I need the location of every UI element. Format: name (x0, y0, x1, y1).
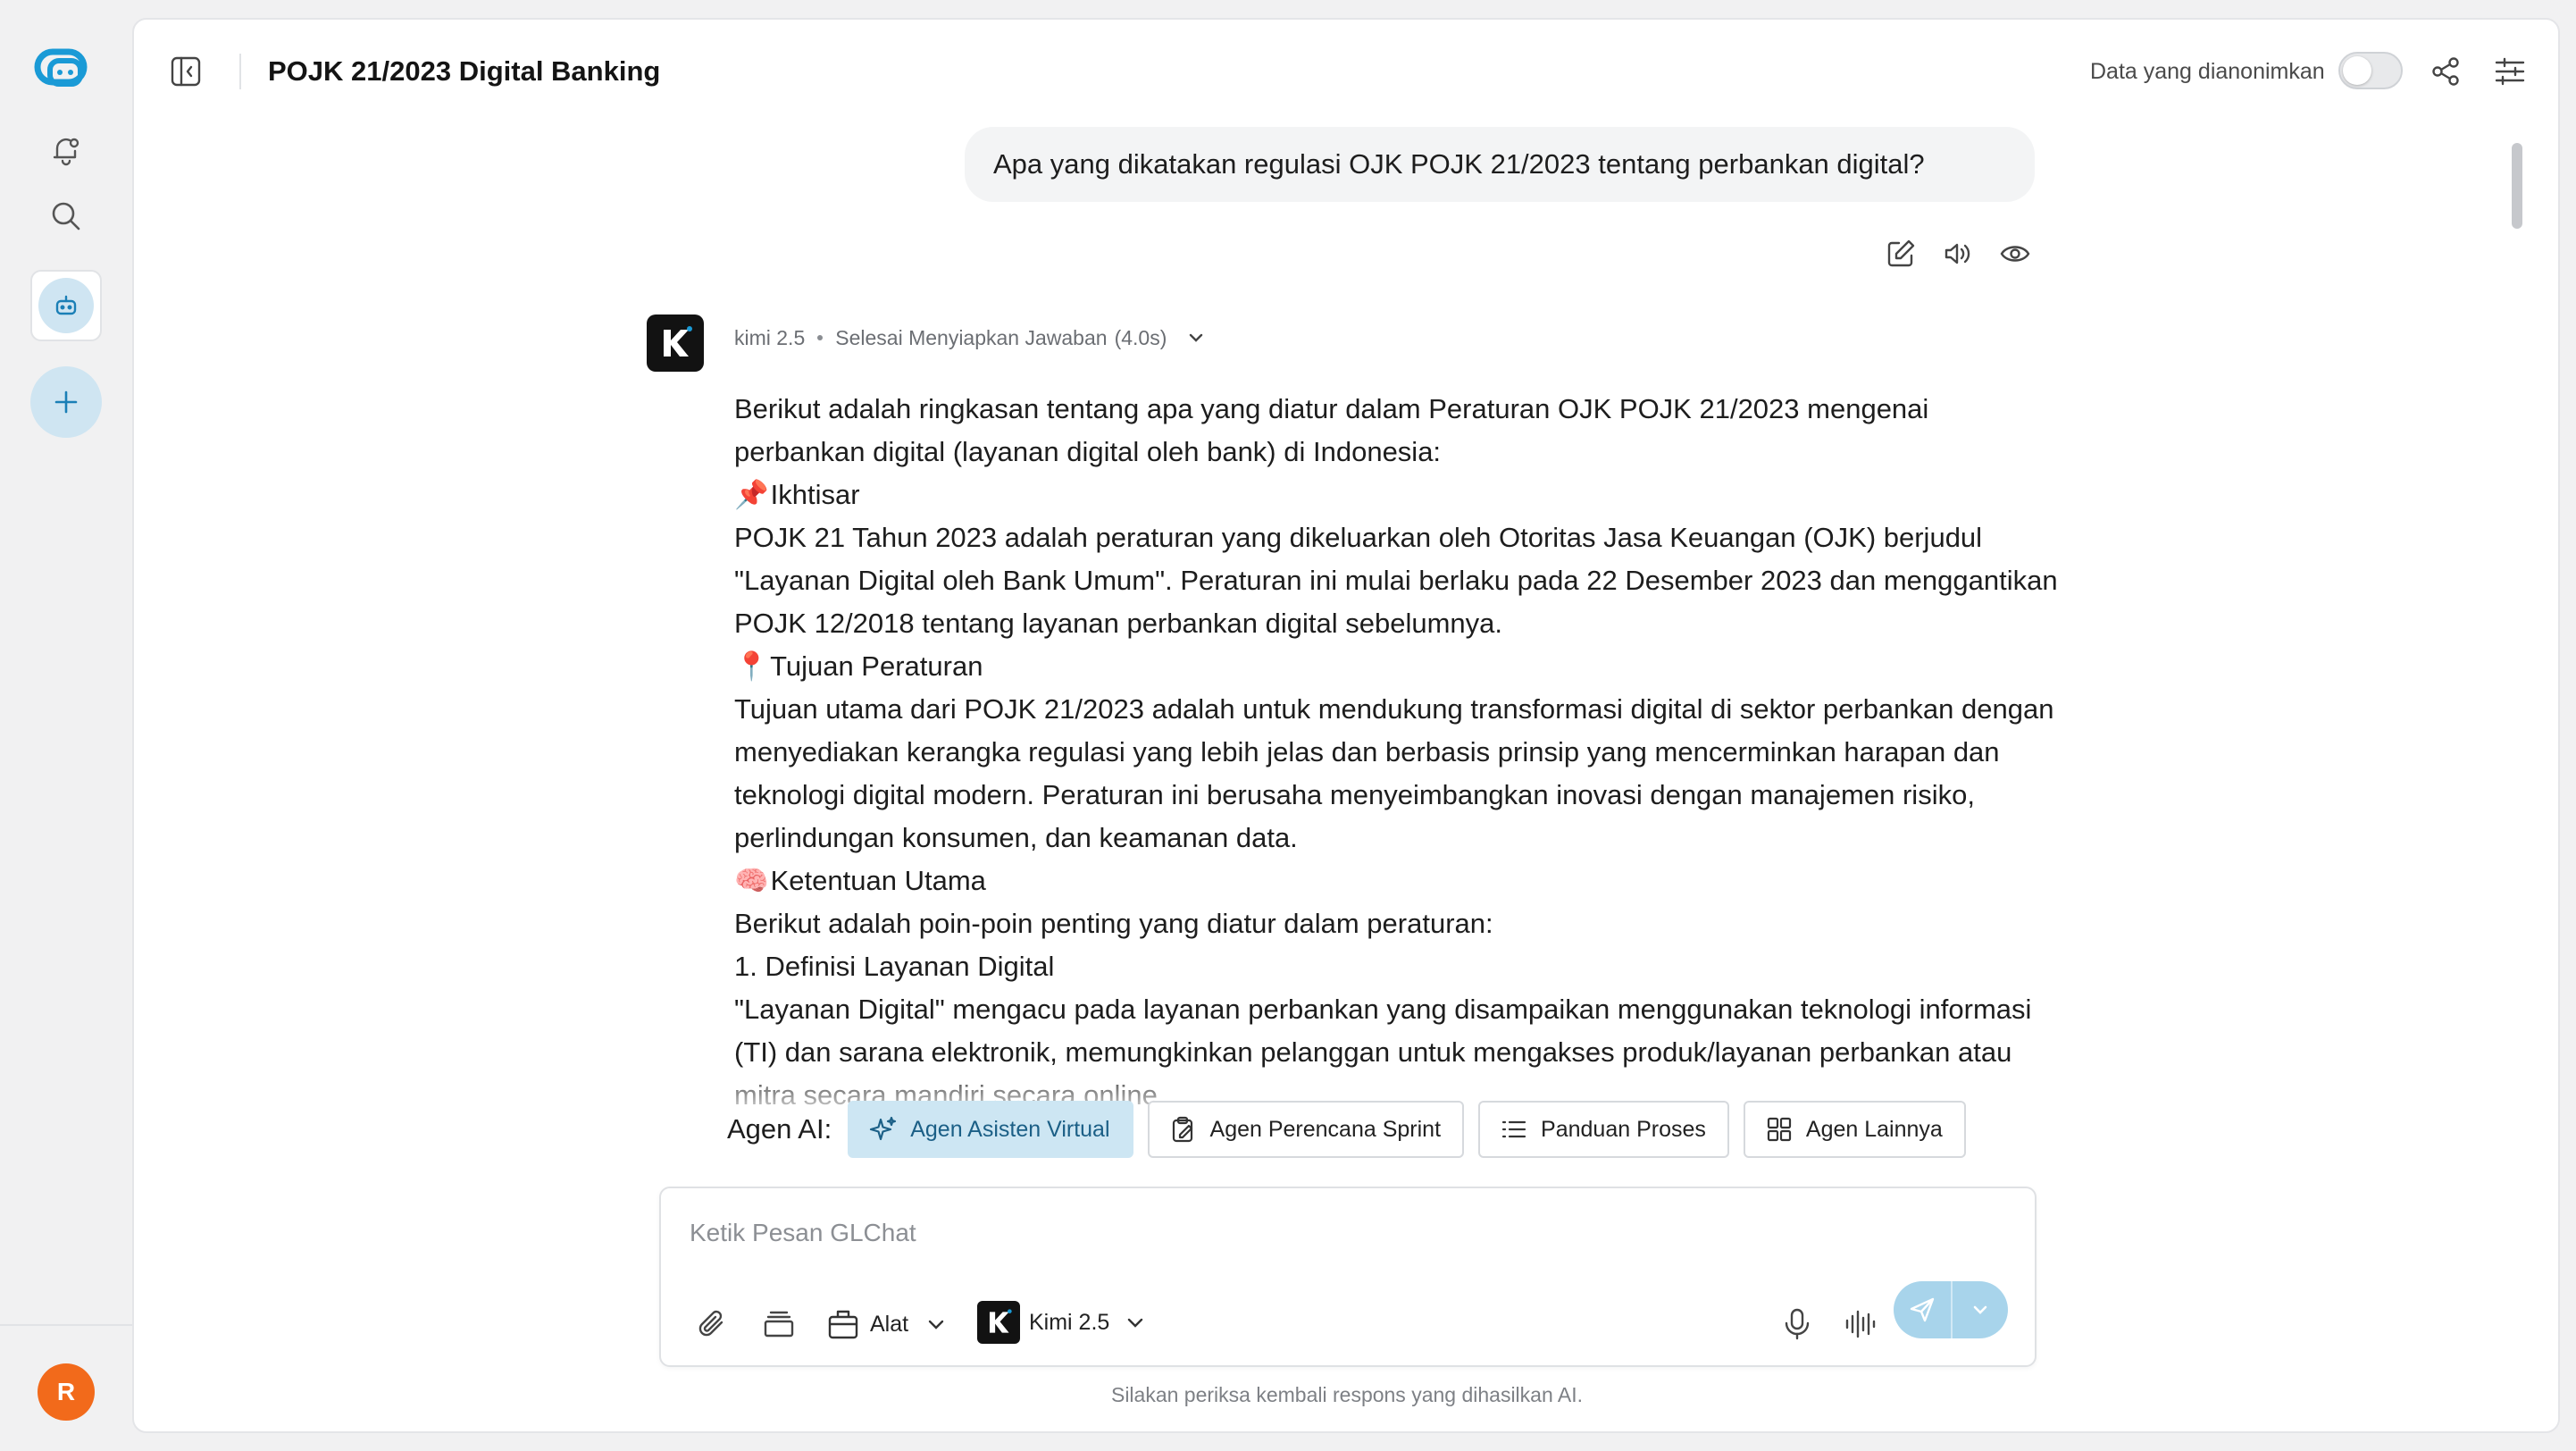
heading-purpose: 📍 Tujuan Peraturan (734, 645, 2065, 688)
scrollbar-thumb[interactable] (2512, 143, 2522, 229)
chevron-down-icon (1128, 1318, 1143, 1328)
attach-file-icon[interactable] (695, 1304, 731, 1344)
message-input[interactable]: Ketik Pesan GLChat (690, 1219, 916, 1247)
clipboard-icon (1172, 1116, 1192, 1143)
assistant-meta: kimi 2.5 Selesai Menyiapkan Jawaban (4.0… (734, 323, 1206, 352)
toolbox-icon (828, 1310, 858, 1339)
agent-selector: Agen AI: Agen Asisten Virtual Agen Peren… (727, 1101, 1980, 1158)
send-options-button[interactable] (1953, 1281, 2008, 1338)
new-chat-button[interactable] (30, 366, 102, 438)
agent-chip-sprint-planner[interactable]: Agen Perencana Sprint (1147, 1101, 1465, 1158)
model-selector[interactable]: Kimi 2.5 (977, 1301, 1147, 1344)
agent-chip-process-guide[interactable]: Panduan Proses (1478, 1101, 1729, 1158)
answer-provisions-intro: Berikut adalah poin-poin penting yang di… (734, 908, 1493, 939)
assistant-answer: Berikut adalah ringkasan tentang apa yan… (734, 388, 2065, 1119)
answer-purpose: Tujuan utama dari POJK 21/2023 adalah un… (734, 693, 2054, 853)
settings-sliders-icon[interactable] (2492, 54, 2528, 89)
answer-intro: Berikut adalah ringkasan tentang apa yan… (734, 393, 1929, 467)
left-rail: R (0, 0, 132, 1451)
stack-layers-icon[interactable] (761, 1304, 797, 1344)
header-divider (239, 54, 241, 89)
app-logo-icon[interactable] (34, 45, 98, 93)
chevron-down-icon (1973, 1305, 1987, 1314)
location-pin-icon: 📍 (734, 650, 769, 682)
agent-nav-item[interactable] (30, 270, 102, 341)
response-status: Selesai Menyiapkan Jawaban (835, 326, 1108, 349)
kimi-logo-icon (647, 315, 704, 372)
send-button-group (1894, 1281, 2008, 1338)
rail-divider (0, 1324, 132, 1326)
brain-icon: 🧠 (734, 865, 769, 896)
pushpin-icon: 📌 (734, 479, 769, 510)
tools-dropdown[interactable]: Alat (825, 1304, 948, 1344)
agent-chip-virtual-assistant[interactable]: Agen Asisten Virtual (848, 1101, 1133, 1158)
edit-message-icon[interactable] (1883, 236, 1919, 272)
panel-left-icon (171, 56, 201, 87)
user-message: Apa yang dikatakan regulasi OJK POJK 21/… (965, 127, 2035, 202)
agent-chip-more[interactable]: Agen Lainnya (1743, 1101, 1966, 1158)
answer-point-1-title: 1. Definisi Layanan Digital (734, 951, 1055, 982)
message-composer: Ketik Pesan GLChat Alat Kimi 2.5 (659, 1187, 2037, 1367)
ai-disclaimer: Silakan periksa kembali respons yang dih… (1110, 1383, 1583, 1406)
notification-bell-icon[interactable] (48, 132, 84, 168)
send-icon (1910, 1297, 1935, 1322)
robot-icon (38, 278, 94, 333)
anonymize-label: Data yang dianonimkan (2090, 59, 2325, 84)
anonymize-toggle[interactable] (2338, 52, 2403, 89)
sparkle-icon (870, 1116, 897, 1141)
model-name: kimi 2.5 (734, 326, 806, 349)
search-icon[interactable] (48, 198, 84, 234)
microphone-icon[interactable] (1779, 1304, 1815, 1344)
send-button[interactable] (1894, 1281, 1951, 1338)
list-icon (1501, 1120, 1526, 1138)
answer-overview: POJK 21 Tahun 2023 adalah peraturan yang… (734, 522, 2058, 639)
sidebar-toggle-button[interactable] (168, 54, 204, 89)
meta-separator (817, 335, 824, 340)
heading-provisions: 🧠 Ketentuan Utama (734, 860, 2065, 902)
kimi-logo-icon (977, 1301, 1020, 1344)
chat-title: POJK 21/2023 Digital Banking (268, 55, 661, 87)
voice-waveform-icon[interactable] (1842, 1304, 1878, 1344)
chevron-down-icon[interactable] (1186, 328, 1206, 348)
chat-panel: POJK 21/2023 Digital Banking Data yang d… (132, 18, 2560, 1433)
grid-icon (1767, 1117, 1791, 1142)
agent-label: Agen AI: (727, 1113, 832, 1145)
view-eye-icon[interactable] (1997, 236, 2033, 272)
response-duration: (4.0s) (1114, 326, 1167, 349)
heading-overview: 📌 Ikhtisar (734, 474, 2065, 516)
plus-icon (54, 390, 78, 414)
chevron-down-icon (928, 1320, 944, 1329)
user-avatar[interactable]: R (38, 1363, 95, 1421)
chat-header: POJK 21/2023 Digital Banking Data yang d… (134, 20, 2558, 125)
read-aloud-icon[interactable] (1940, 236, 1976, 272)
share-icon[interactable] (2428, 54, 2463, 89)
